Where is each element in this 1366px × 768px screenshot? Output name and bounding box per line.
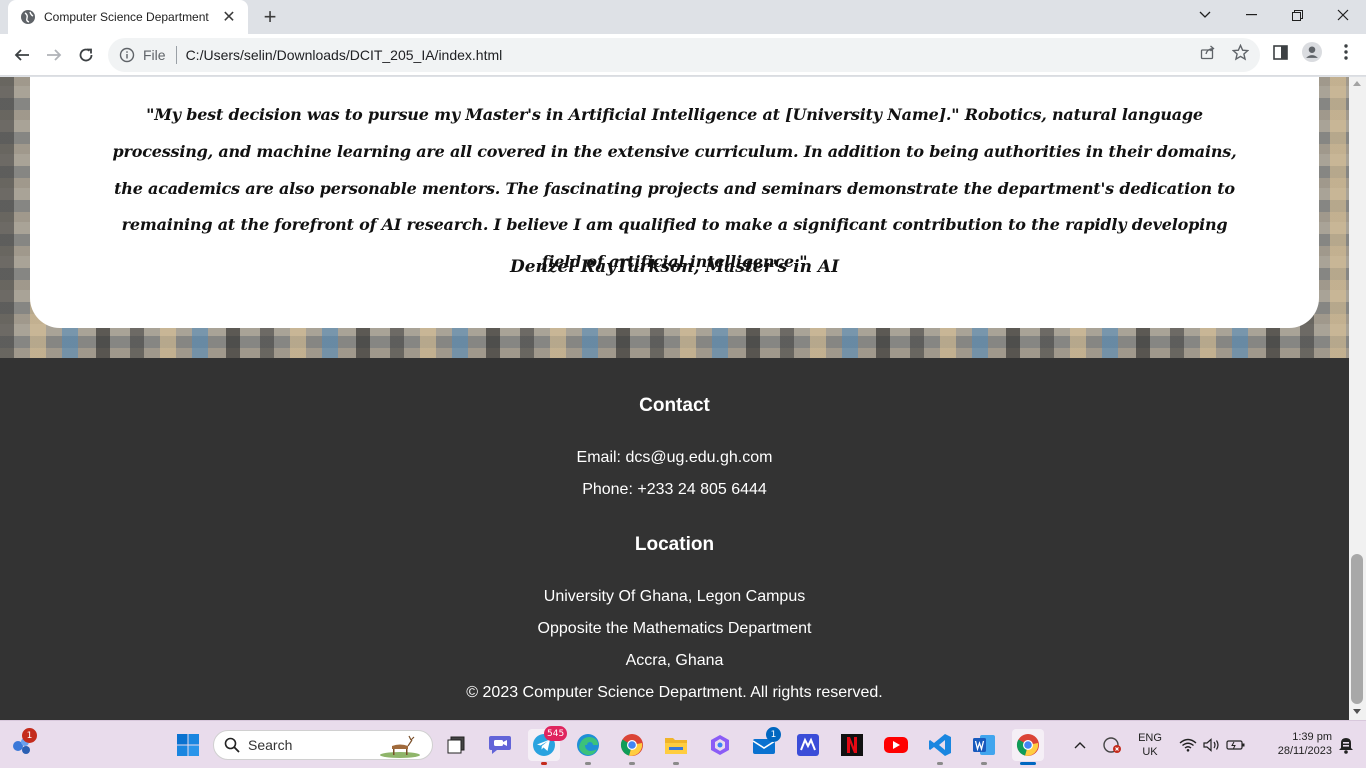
share-icon[interactable] bbox=[1198, 42, 1218, 62]
globe-icon bbox=[21, 10, 35, 24]
url-scheme-label: File bbox=[143, 47, 166, 63]
vscode-icon[interactable] bbox=[924, 729, 956, 765]
tab-title: Computer Science Department bbox=[44, 10, 209, 24]
browser-tab[interactable]: Computer Science Department ✕ bbox=[8, 0, 248, 34]
word-running-indicator bbox=[981, 762, 987, 765]
forward-icon[interactable] bbox=[40, 41, 68, 69]
edge-browser-icon[interactable] bbox=[572, 729, 604, 765]
chrome-icon-1[interactable] bbox=[616, 729, 648, 765]
youtube-icon[interactable] bbox=[880, 729, 912, 761]
scroll-up-arrow-icon[interactable] bbox=[1353, 81, 1361, 86]
menu-kebab-icon[interactable] bbox=[1336, 42, 1356, 62]
visual-studio-app-icon[interactable] bbox=[792, 729, 824, 761]
contact-phone: Phone: +233 24 805 6444 bbox=[582, 481, 767, 498]
url-text[interactable]: C:/Users/selin/Downloads/DCIT_205_IA/ind… bbox=[186, 47, 503, 63]
address-line-2: Opposite the Mathematics Department bbox=[537, 620, 812, 637]
contact-heading: Contact bbox=[639, 395, 710, 416]
show-hidden-icons-chevron-icon[interactable] bbox=[1064, 729, 1096, 761]
telegram-badge: 545 bbox=[544, 726, 568, 741]
telegram-running-indicator bbox=[541, 762, 547, 765]
chrome-active-indicator bbox=[1020, 762, 1036, 765]
word-icon[interactable] bbox=[968, 729, 1000, 765]
language-line-2: UK bbox=[1142, 746, 1158, 758]
testimonial-card: "My best decision was to pursue my Maste… bbox=[30, 77, 1319, 328]
teams-chat-icon[interactable] bbox=[484, 729, 516, 761]
copilot-icon[interactable] bbox=[704, 729, 736, 761]
tab-close-icon[interactable]: ✕ bbox=[220, 8, 238, 26]
contact-email: Email: dcs@ug.edu.gh.com bbox=[576, 449, 773, 466]
bookmark-star-icon[interactable] bbox=[1230, 42, 1250, 62]
back-icon[interactable] bbox=[8, 41, 36, 69]
tab-search-chevron-icon[interactable] bbox=[1182, 0, 1228, 30]
side-panel-icon[interactable] bbox=[1270, 42, 1290, 62]
testimonial-quote: "My best decision was to pursue my Maste… bbox=[112, 105, 1237, 272]
scroll-down-arrow-icon[interactable] bbox=[1353, 709, 1361, 714]
omnibox-divider bbox=[175, 46, 177, 64]
telegram-icon[interactable]: 545 bbox=[528, 726, 568, 765]
chrome-running-indicator-1 bbox=[629, 762, 635, 765]
mail-badge: 1 bbox=[766, 727, 781, 742]
notification-center-icon[interactable] bbox=[1330, 729, 1362, 761]
mail-icon[interactable]: 1 bbox=[748, 727, 781, 761]
battery-icon[interactable] bbox=[1220, 729, 1252, 761]
page-footer: Contact Email: dcs@ug.edu.gh.com Phone: … bbox=[0, 358, 1349, 720]
reload-icon[interactable] bbox=[72, 41, 100, 69]
search-icon bbox=[224, 737, 240, 753]
edge-running-indicator bbox=[585, 762, 591, 765]
start-windows-icon[interactable] bbox=[172, 729, 204, 761]
clock[interactable]: 1:39 pm 28/11/2023 bbox=[1252, 730, 1332, 758]
info-icon[interactable] bbox=[119, 47, 135, 63]
page-scrollbar[interactable] bbox=[1349, 77, 1366, 720]
hero-background-image: "My best decision was to pursue my Maste… bbox=[0, 77, 1349, 358]
taskbar-search-box[interactable]: Search bbox=[213, 730, 433, 760]
task-view-icon[interactable] bbox=[440, 729, 472, 761]
chrome-icon-2[interactable] bbox=[1012, 729, 1044, 765]
vscode-running-indicator bbox=[937, 762, 943, 765]
input-language-indicator[interactable]: ENG UK bbox=[1132, 731, 1168, 759]
browser-toolbar: File C:/Users/selin/Downloads/DCIT_205_I… bbox=[0, 34, 1366, 76]
minimize-icon[interactable] bbox=[1228, 0, 1274, 30]
close-window-icon[interactable] bbox=[1320, 0, 1366, 30]
search-placeholder: Search bbox=[248, 737, 293, 753]
language-line-1: ENG bbox=[1138, 732, 1162, 744]
location-heading: Location bbox=[634, 534, 715, 555]
netflix-icon[interactable] bbox=[836, 729, 868, 761]
profile-avatar-icon[interactable] bbox=[1302, 42, 1322, 62]
widgets-badge: 1 bbox=[22, 728, 37, 743]
scroll-thumb[interactable] bbox=[1351, 554, 1363, 704]
clock-time: 1:39 pm bbox=[1292, 731, 1332, 743]
page-viewport: "My best decision was to pursue my Maste… bbox=[0, 77, 1349, 720]
restore-icon[interactable] bbox=[1274, 0, 1320, 30]
widgets-icon[interactable]: 1 bbox=[6, 728, 38, 761]
windows-taskbar: 1 Search 545 1 ENG UK 1:39 pm 28/11/2023 bbox=[0, 720, 1366, 768]
address-line-3: Accra, Ghana bbox=[625, 652, 724, 669]
testimonial-author: Denzel RayTurkson, Master's in AI bbox=[509, 257, 840, 277]
deer-search-highlight-icon bbox=[380, 735, 420, 758]
address-line-1: University Of Ghana, Legon Campus bbox=[543, 588, 806, 605]
new-tab-button[interactable]: + bbox=[258, 6, 282, 28]
network-status-icon[interactable] bbox=[1096, 729, 1128, 761]
file-explorer-running-indicator bbox=[673, 762, 679, 765]
address-bar[interactable]: File C:/Users/selin/Downloads/DCIT_205_I… bbox=[108, 38, 1260, 72]
browser-tab-strip: Computer Science Department ✕ + bbox=[0, 0, 1366, 34]
clock-date: 28/11/2023 bbox=[1277, 745, 1332, 757]
file-explorer-icon[interactable] bbox=[660, 729, 692, 765]
copyright-text: © 2023 Computer Science Department. All … bbox=[466, 684, 883, 701]
